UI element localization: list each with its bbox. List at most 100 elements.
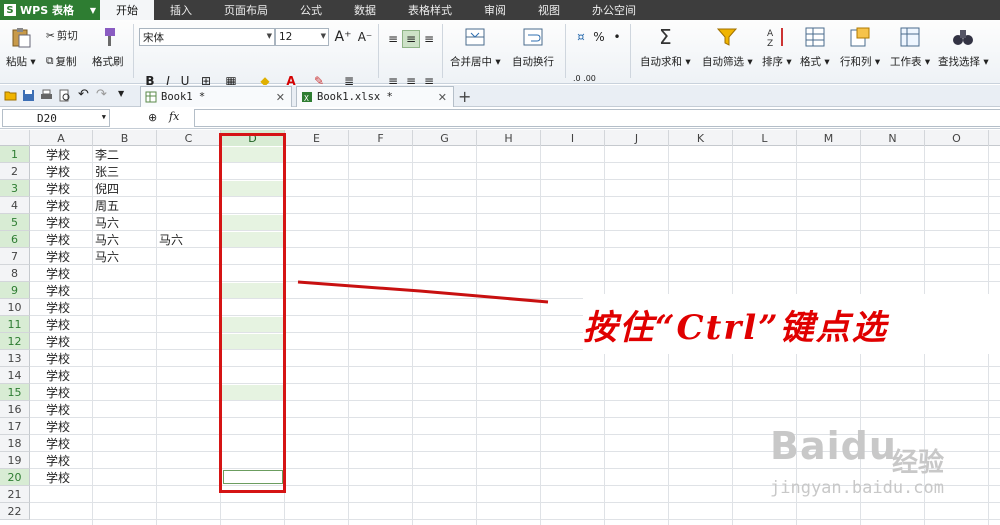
row-header-9[interactable]: 9 (0, 282, 30, 299)
wrap-text-button[interactable]: 自动换行 (512, 26, 554, 69)
cell-a11[interactable]: 学校 (30, 316, 70, 333)
align-bottom-button[interactable]: ≡ (420, 30, 438, 48)
currency-button[interactable]: ¤ (572, 28, 590, 46)
insert-function-button[interactable]: fx (169, 110, 179, 123)
tab-book1[interactable]: Book1 * ✕ (140, 86, 292, 107)
row-header-4[interactable]: 4 (0, 197, 30, 214)
font-name-select[interactable]: 宋体 ▼ (139, 28, 275, 46)
undo-icon[interactable]: ↶ (78, 87, 91, 102)
cell-b5[interactable]: 马六 (93, 214, 119, 231)
row-header-6[interactable]: 6 (0, 231, 30, 248)
row-header-7[interactable]: 7 (0, 248, 30, 265)
row-header-13[interactable]: 13 (0, 350, 30, 367)
cell-a14[interactable]: 学校 (30, 367, 70, 384)
select-all-corner[interactable] (0, 130, 30, 146)
row-header-15[interactable]: 15 (0, 384, 30, 401)
row-header-10[interactable]: 10 (0, 299, 30, 316)
column-header-a[interactable]: A (30, 130, 93, 146)
open-folder-icon[interactable] (4, 89, 17, 102)
cell-a12[interactable]: 学校 (30, 333, 70, 350)
column-header-k[interactable]: K (669, 130, 733, 146)
row-header-12[interactable]: 12 (0, 333, 30, 350)
customize-toolbar-icon[interactable]: ▼ (118, 89, 131, 102)
menu-tab-7[interactable]: 视图 (522, 0, 576, 20)
row-header-19[interactable]: 19 (0, 452, 30, 469)
autofilter-button[interactable]: 自动筛选 ▾ (702, 26, 753, 69)
cell-b4[interactable]: 周五 (93, 197, 119, 214)
redo-icon[interactable]: ↷ (96, 87, 109, 102)
row-header-14[interactable]: 14 (0, 367, 30, 384)
autosum-button[interactable]: Σ 自动求和 ▾ (640, 26, 691, 69)
column-header-n[interactable]: N (861, 130, 925, 146)
cell-b6[interactable]: 马六 (93, 231, 119, 248)
font-size-select[interactable]: 12 ▼ (275, 28, 329, 46)
row-header-17[interactable]: 17 (0, 418, 30, 435)
name-box[interactable]: D20 ▼ (2, 109, 110, 127)
cell-b2[interactable]: 张三 (93, 163, 119, 180)
find-select-button[interactable]: 查找选择 ▾ (938, 26, 989, 69)
cell-a7[interactable]: 学校 (30, 248, 70, 265)
cell-a8[interactable]: 学校 (30, 265, 70, 282)
cell-a6[interactable]: 学校 (30, 231, 70, 248)
grow-font-button[interactable]: A⁺ (334, 28, 352, 46)
copy-button[interactable]: ⧉ 复制 (46, 54, 77, 69)
menu-tab-5[interactable]: 表格样式 (392, 0, 468, 20)
column-header-m[interactable]: M (797, 130, 861, 146)
cell-a18[interactable]: 学校 (30, 435, 70, 452)
shrink-font-button[interactable]: A⁻ (356, 28, 374, 46)
row-header-11[interactable]: 11 (0, 316, 30, 333)
cell-a1[interactable]: 学校 (30, 146, 70, 163)
column-header-h[interactable]: H (477, 130, 541, 146)
cell-c6[interactable]: 马六 (157, 231, 183, 248)
cell-a5[interactable]: 学校 (30, 214, 70, 231)
column-header-f[interactable]: F (349, 130, 413, 146)
app-menu-button[interactable]: S WPS 表格 ▼ (0, 0, 100, 20)
close-icon[interactable]: ✕ (276, 91, 285, 104)
paste-button[interactable]: 粘贴 ▾ (6, 26, 36, 69)
cell-a9[interactable]: 学校 (30, 282, 70, 299)
menu-tab-6[interactable]: 审阅 (468, 0, 522, 20)
menu-tab-8[interactable]: 办公空间 (576, 0, 652, 20)
cell-a16[interactable]: 学校 (30, 401, 70, 418)
new-tab-button[interactable]: + (458, 87, 471, 106)
percent-button[interactable]: % (590, 28, 608, 46)
menu-tab-4[interactable]: 数据 (338, 0, 392, 20)
column-header-b[interactable]: B (93, 130, 157, 146)
column-header-i[interactable]: I (541, 130, 605, 146)
row-header-20[interactable]: 20 (0, 469, 30, 486)
column-header-o[interactable]: O (925, 130, 989, 146)
cell-a19[interactable]: 学校 (30, 452, 70, 469)
column-header-g[interactable]: G (413, 130, 477, 146)
comma-button[interactable]: • (608, 28, 626, 46)
row-header-5[interactable]: 5 (0, 214, 30, 231)
row-header-2[interactable]: 2 (0, 163, 30, 180)
increase-decimal-button[interactable]: .0 .00 (573, 74, 596, 83)
menu-tab-3[interactable]: 公式 (284, 0, 338, 20)
column-header-e[interactable]: E (285, 130, 349, 146)
cell-a13[interactable]: 学校 (30, 350, 70, 367)
align-top-button[interactable]: ≡ (384, 30, 402, 48)
cell-b1[interactable]: 李二 (93, 146, 119, 163)
merge-center-button[interactable]: 合并居中 ▾ (450, 26, 501, 69)
tab-book1-xlsx[interactable]: X Book1.xlsx * ✕ (296, 86, 454, 107)
save-icon[interactable] (22, 89, 35, 102)
menu-tab-1[interactable]: 插入 (154, 0, 208, 20)
row-header-8[interactable]: 8 (0, 265, 30, 282)
menu-tab-2[interactable]: 页面布局 (208, 0, 284, 20)
column-header-c[interactable]: C (157, 130, 221, 146)
column-header-j[interactable]: J (605, 130, 669, 146)
rows-cols-button[interactable]: 行和列 ▾ (840, 26, 880, 69)
align-middle-button[interactable]: ≡ (402, 30, 420, 48)
cell-b3[interactable]: 倪四 (93, 180, 119, 197)
row-header-18[interactable]: 18 (0, 435, 30, 452)
column-header-l[interactable]: L (733, 130, 797, 146)
format-button[interactable]: 格式 ▾ (800, 26, 830, 69)
cell-a4[interactable]: 学校 (30, 197, 70, 214)
row-header-3[interactable]: 3 (0, 180, 30, 197)
cell-a20[interactable]: 学校 (30, 469, 70, 486)
worksheet-button[interactable]: 工作表 ▾ (890, 26, 930, 69)
close-icon[interactable]: ✕ (438, 91, 447, 104)
row-header-16[interactable]: 16 (0, 401, 30, 418)
cell-a15[interactable]: 学校 (30, 384, 70, 401)
cell-b7[interactable]: 马六 (93, 248, 119, 265)
